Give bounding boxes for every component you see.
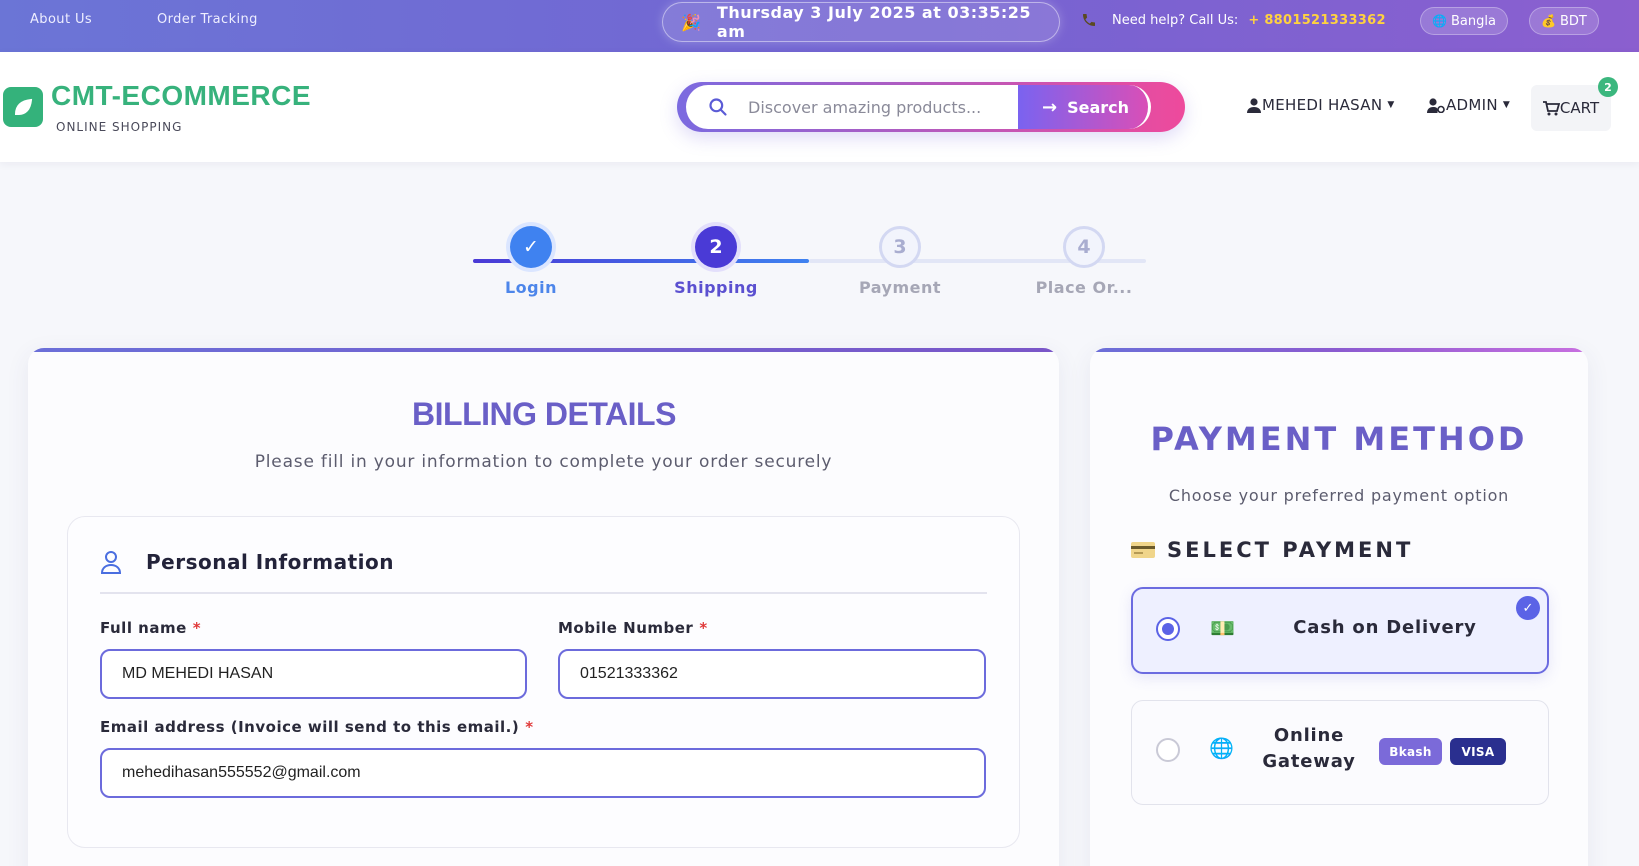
mobile-number-label: Mobile Number * (558, 619, 708, 637)
step-payment-circle: 3 (879, 226, 921, 268)
search-button[interactable]: → Search (1018, 85, 1151, 129)
personal-info-header: Personal Information (100, 550, 394, 574)
cart-label: CART (1559, 99, 1600, 117)
user-menu[interactable]: MEHEDI HASAN ▼ (1247, 96, 1395, 114)
help-contact: Need help? Call Us: + 8801521333362 (1080, 12, 1386, 28)
about-us-link[interactable]: About Us (30, 12, 92, 27)
payment-title: PAYMENT METHOD (1150, 420, 1528, 458)
full-name-label-text: Full name (100, 619, 187, 637)
billing-subtitle: Please fill in your information to compl… (254, 452, 833, 472)
billing-card-top-border (28, 348, 1059, 352)
step-place-order-circle: 4 (1063, 226, 1105, 268)
online-gateway-radio[interactable] (1156, 738, 1180, 762)
select-payment-header: SELECT PAYMENT (1131, 538, 1413, 562)
cod-radio[interactable] (1156, 617, 1180, 641)
payment-card-top-border (1090, 348, 1588, 352)
language-label: Bangla (1450, 13, 1496, 29)
caret-down-icon: ▼ (1502, 100, 1511, 110)
full-name-input[interactable] (100, 649, 527, 699)
search-bar: → Search (677, 82, 1185, 132)
banknote-icon: 💵 (1210, 616, 1235, 640)
selected-check-icon: ✓ (1516, 596, 1540, 620)
help-phone-number[interactable]: + 8801521333362 (1248, 13, 1386, 28)
brand-name[interactable]: CMT-ECOMMERCE (51, 80, 311, 112)
step-payment-label: Payment (858, 278, 942, 297)
online-gateway-label: Online Gateway (1249, 723, 1369, 775)
globe-icon: 🌐 (1209, 736, 1234, 760)
caret-down-icon: ▼ (1387, 100, 1395, 110)
user-gear-icon (1427, 97, 1445, 113)
select-payment-label: SELECT PAYMENT (1167, 538, 1414, 562)
user-icon (1247, 97, 1261, 113)
step-shipping-label[interactable]: Shipping (646, 278, 786, 297)
required-mark: * (525, 718, 534, 736)
mobile-number-input[interactable] (558, 649, 986, 699)
currency-selector[interactable]: 💰 BDT (1529, 7, 1599, 35)
admin-menu-label: ADMIN (1446, 96, 1498, 114)
datetime-pill: 🎉 Thursday 3 July 2025 at 03:35:25 am (662, 2, 1060, 42)
payment-subtitle: Choose your preferred payment option (1168, 486, 1510, 505)
language-selector[interactable]: 🌐 Bangla (1420, 7, 1508, 35)
billing-title: BILLING DETAILS (412, 396, 676, 432)
bkash-badge: Bkash (1379, 738, 1442, 765)
order-tracking-link[interactable]: Order Tracking (157, 12, 258, 27)
search-field-container (686, 85, 1018, 129)
step-login-label[interactable]: Login (461, 278, 601, 297)
leaf-logo-icon[interactable] (3, 87, 43, 127)
step-place-order-label: Place Or... (1035, 278, 1133, 297)
phone-icon (1083, 14, 1095, 26)
cart-icon (1542, 100, 1560, 115)
email-label-text: Email address (Invoice will send to this… (100, 718, 520, 736)
credit-card-icon (1131, 542, 1155, 558)
step-shipping-circle[interactable]: 2 (695, 226, 737, 268)
visa-badge: VISA (1450, 738, 1506, 765)
online-gateway-label-line1: Online (1273, 725, 1345, 746)
arrow-right-icon: → (1042, 96, 1058, 118)
user-outline-icon (100, 551, 122, 574)
required-mark: * (192, 619, 202, 637)
datetime-text: Thursday 3 July 2025 at 03:35:25 am (716, 3, 1032, 41)
personal-info-title: Personal Information (146, 550, 394, 574)
email-label: Email address (Invoice will send to this… (100, 718, 534, 736)
cart-count-badge: 2 (1598, 77, 1618, 97)
email-input[interactable] (100, 748, 986, 798)
online-gateway-label-line2: Gateway (1262, 751, 1356, 772)
globe-icon: 🌐 (1432, 14, 1447, 28)
admin-menu[interactable]: ADMIN ▼ (1427, 96, 1510, 114)
search-icon (709, 98, 727, 116)
section-divider (100, 592, 987, 594)
search-button-label: Search (1067, 97, 1130, 117)
full-name-label: Full name * (100, 619, 201, 637)
party-popper-icon: 🎉 (681, 12, 701, 32)
brand-tagline: ONLINE SHOPPING (56, 120, 183, 134)
mobile-number-label-text: Mobile Number (558, 619, 694, 637)
main-header: CMT-ECOMMERCE ONLINE SHOPPING → Search M… (0, 52, 1639, 162)
money-bag-icon: 💰 (1541, 14, 1556, 28)
search-input[interactable] (748, 97, 1008, 117)
step-login-circle[interactable]: ✓ (510, 226, 552, 268)
help-label: Need help? Call Us: (1112, 12, 1239, 28)
top-bar: About Us Order Tracking 🎉 Thursday 3 Jul… (0, 0, 1639, 52)
user-menu-label: MEHEDI HASAN (1262, 96, 1383, 114)
currency-label: BDT (1559, 13, 1587, 29)
required-mark: * (699, 619, 708, 637)
cod-label: Cash on Delivery (1293, 617, 1477, 638)
